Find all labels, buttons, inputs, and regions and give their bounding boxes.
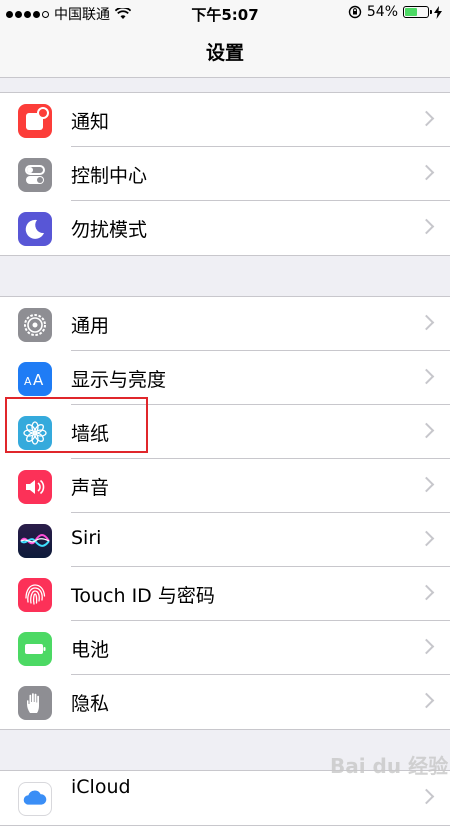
status-bar: 中国联通 下午5:07 54%: [0, 0, 450, 26]
page-title: 设置: [205, 42, 244, 64]
moon-icon: [18, 212, 52, 246]
siri-icon: [18, 524, 52, 558]
settings-row-label: 勿扰模式: [71, 219, 148, 241]
settings-group-1: 通知 控制中心 勿扰模式: [0, 92, 450, 256]
chevron-right-icon: [418, 368, 435, 385]
chevron-right-icon: [418, 314, 435, 331]
settings-row-icloud[interactable]: iCloud: [0, 771, 450, 825]
fingerprint-icon: [18, 578, 52, 612]
settings-row-siri[interactable]: Siri: [0, 513, 450, 567]
settings-row-label: Touch ID 与密码: [71, 585, 215, 607]
notifications-icon: [18, 104, 52, 138]
settings-row-control-center[interactable]: 控制中心: [0, 147, 450, 201]
settings-row-notifications[interactable]: 通知: [0, 93, 450, 147]
navigation-bar: 设置: [0, 26, 450, 78]
settings-group-2: 通用 AA 显示与亮度 墙纸 声音 Siri Touch ID 与密码 电池 隐…: [0, 296, 450, 730]
chevron-right-icon: [418, 530, 435, 547]
gear-icon: [18, 308, 52, 342]
status-right: 54%: [348, 4, 442, 20]
battery-fill: [405, 8, 417, 16]
chevron-right-icon: [418, 218, 435, 235]
settings-row-label: Siri: [71, 527, 102, 549]
chevron-right-icon: [418, 164, 435, 181]
settings-row-battery[interactable]: 电池: [0, 621, 450, 675]
chevron-right-icon: [418, 788, 435, 805]
settings-row-general[interactable]: 通用: [0, 297, 450, 351]
chevron-right-icon: [418, 110, 435, 127]
chevron-right-icon: [418, 692, 435, 709]
battery-percent: 54%: [366, 4, 398, 20]
settings-row-privacy[interactable]: 隐私: [0, 675, 450, 729]
chevron-right-icon: [418, 422, 435, 439]
settings-row-label: 声音: [71, 477, 110, 499]
settings-row-touch-id[interactable]: Touch ID 与密码: [0, 567, 450, 621]
settings-row-label: 通用: [71, 315, 110, 337]
battery-icon: [18, 632, 52, 666]
rotation-lock-icon: [348, 5, 362, 19]
settings-row-label: 隐私: [71, 693, 110, 715]
watermark-logo: Bai du 经验: [330, 754, 449, 778]
icloud-icon: [18, 782, 52, 816]
speaker-icon: [18, 470, 52, 504]
charging-bolt-icon: [434, 5, 442, 19]
settings-row-label: 电池: [71, 639, 110, 661]
chevron-right-icon: [418, 476, 435, 493]
settings-row-label: 显示与亮度: [71, 369, 167, 391]
svg-text:A: A: [33, 371, 44, 389]
settings-row-label: 通知: [71, 111, 110, 133]
settings-row-sounds[interactable]: 声音: [0, 459, 450, 513]
display-aa-icon: AA: [18, 362, 52, 396]
settings-row-label: 控制中心: [71, 165, 148, 187]
battery-indicator-icon: [403, 6, 432, 18]
control-center-icon: [18, 158, 52, 192]
chevron-right-icon: [418, 638, 435, 655]
settings-row-do-not-disturb[interactable]: 勿扰模式: [0, 201, 450, 255]
hand-icon: [18, 686, 52, 720]
chevron-right-icon: [418, 584, 435, 601]
svg-text:A: A: [24, 375, 32, 388]
settings-row-label: iCloud: [71, 776, 131, 798]
highlight-box: [5, 397, 148, 453]
